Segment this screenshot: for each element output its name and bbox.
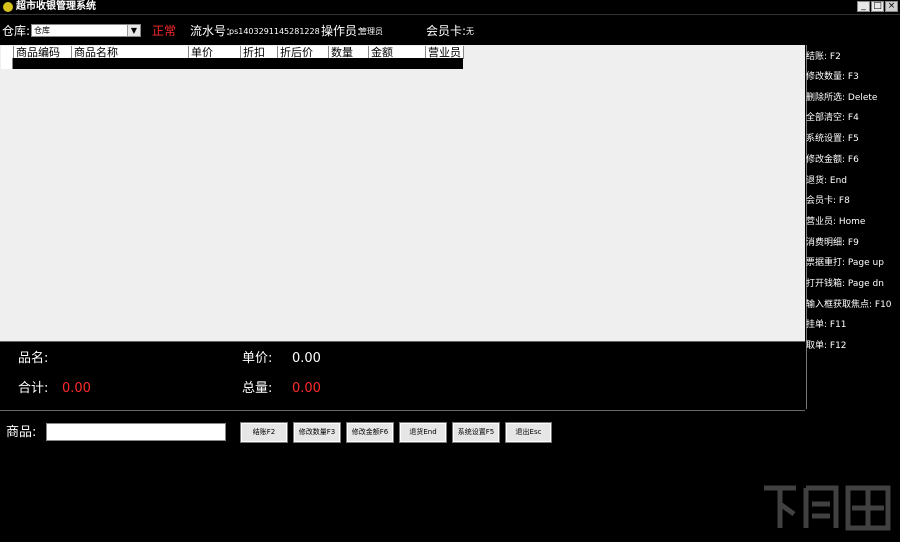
- checkout-button[interactable]: 结账F2: [240, 422, 288, 443]
- total-label: 合计:: [18, 381, 49, 396]
- exit-button[interactable]: 退出Esc: [505, 422, 552, 443]
- shortcut-item: 营业员: Home: [806, 217, 866, 227]
- product-input-label: 商品:: [6, 425, 37, 440]
- unit-price-label: 单价:: [242, 351, 273, 366]
- shortcut-item: 修改数量: F3: [806, 72, 859, 82]
- warehouse-select[interactable]: 仓库 ▼: [31, 24, 141, 37]
- shortcut-item: 取单: F12: [806, 341, 847, 351]
- return-button[interactable]: 退货End: [399, 422, 447, 443]
- shortcut-item: 系统设置: F5: [806, 134, 859, 144]
- product-name-label: 品名:: [18, 351, 49, 366]
- serial-value: ps1403291145281228: [229, 27, 320, 36]
- member-value: 无: [466, 27, 474, 36]
- warehouse-label: 仓库:: [2, 24, 31, 38]
- chevron-down-icon[interactable]: ▼: [127, 25, 140, 36]
- settings-button[interactable]: 系统设置F5: [452, 422, 500, 443]
- shortcut-item: 修改金额: F6: [806, 155, 859, 165]
- product-table[interactable]: 商品编码 商品名称 单价 折扣 折后价 数量 金额 营业员: [0, 45, 805, 341]
- row-selector[interactable]: [1, 58, 13, 69]
- serial-label: 流水号:: [190, 24, 231, 38]
- shortcut-item: 会员卡: F8: [806, 196, 850, 206]
- member-label: 会员卡:: [426, 24, 467, 38]
- table-row[interactable]: [1, 58, 463, 69]
- status-text: 正常: [152, 24, 177, 38]
- total-quantity-label: 总量:: [242, 381, 273, 396]
- close-button[interactable]: ×: [885, 1, 898, 12]
- shortcut-item: 输入框获取焦点: F10: [806, 300, 892, 310]
- total-quantity-value: 0.00: [292, 381, 321, 396]
- title-bar: [0, 0, 900, 15]
- watermark-logo: [764, 485, 891, 531]
- product-input[interactable]: [46, 423, 226, 441]
- unit-price-value: 0.00: [292, 351, 321, 366]
- operator-label: 操作员:: [321, 24, 362, 38]
- window-title: 超市收银管理系统: [16, 1, 96, 12]
- shortcut-item: 票据重打: Page up: [806, 258, 884, 268]
- shortcut-item: 删除所选: Delete: [806, 93, 878, 103]
- edit-amount-button[interactable]: 修改金额F6: [346, 422, 394, 443]
- shortcut-item: 全部清空: F4: [806, 113, 859, 123]
- warehouse-value: 仓库: [34, 26, 50, 35]
- summary-panel: [0, 341, 805, 411]
- operator-value: 管理员: [359, 27, 383, 36]
- minimize-button[interactable]: _: [857, 1, 870, 12]
- edit-quantity-button[interactable]: 修改数量F3: [293, 422, 341, 443]
- shortcut-item: 打开钱箱: Page dn: [806, 279, 884, 289]
- shortcut-item: 退货: End: [806, 176, 847, 186]
- shortcut-item: 结账: F2: [806, 52, 841, 62]
- total-value: 0.00: [62, 381, 91, 396]
- shortcut-item: 消费明细: F9: [806, 238, 859, 248]
- app-icon: [3, 2, 13, 12]
- maximize-button[interactable]: □: [871, 1, 884, 12]
- shortcut-item: 挂单: F11: [806, 320, 847, 330]
